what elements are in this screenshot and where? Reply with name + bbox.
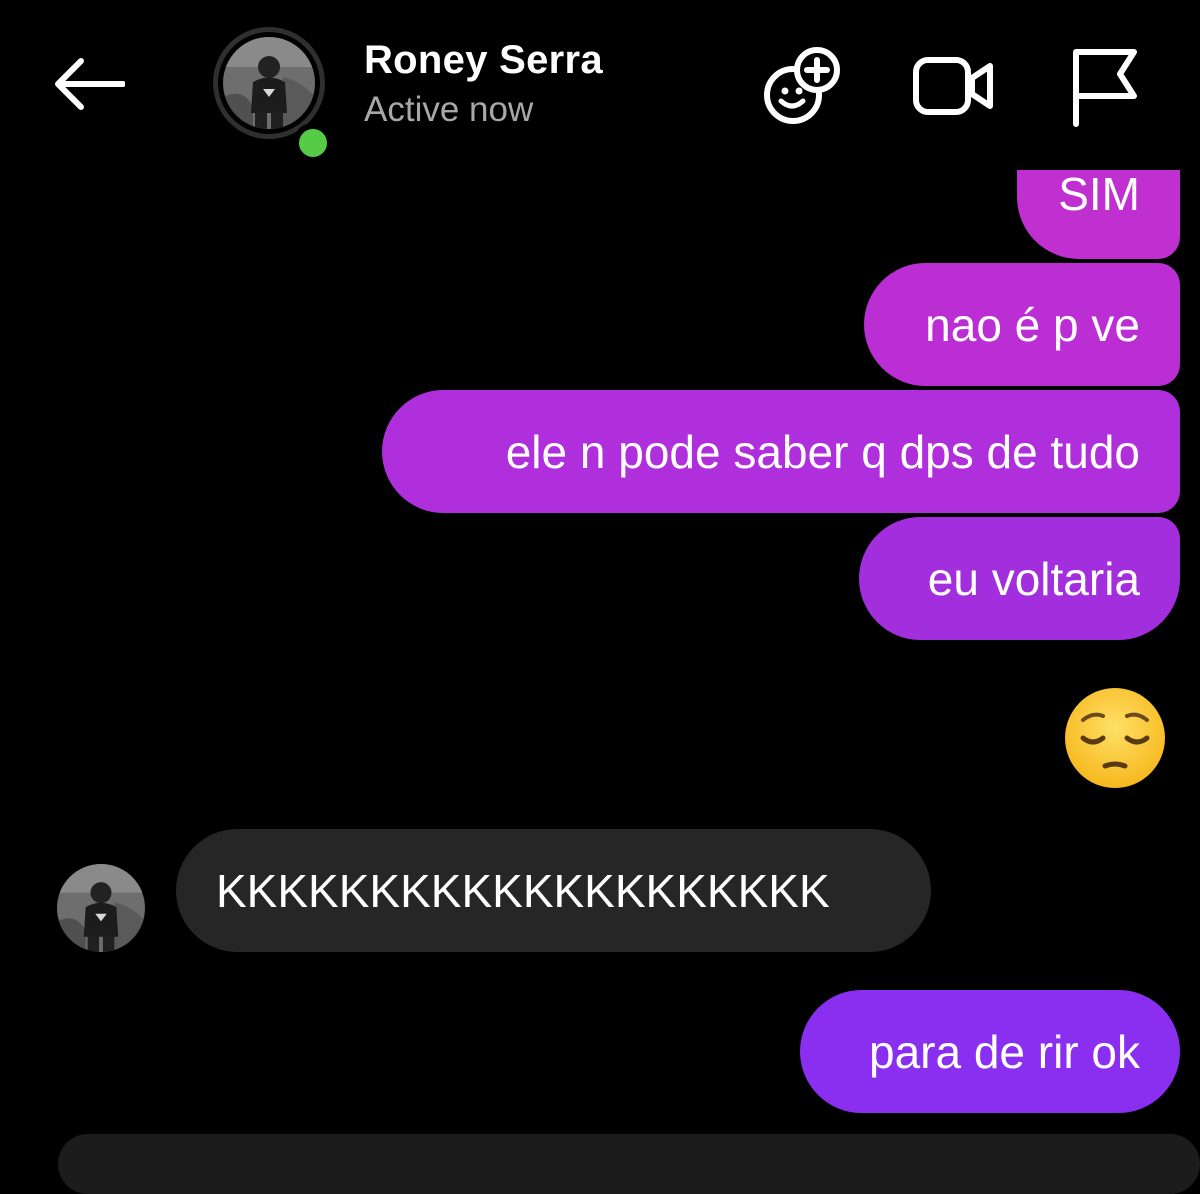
report-button[interactable] xyxy=(1062,44,1146,128)
sender-avatar[interactable] xyxy=(57,864,145,952)
outgoing-message[interactable]: ele n pode saber q dps de tudo xyxy=(382,390,1180,513)
pensive-face-icon xyxy=(1065,688,1165,788)
contact-status: Active now xyxy=(364,90,534,129)
effects-icon xyxy=(764,47,840,124)
message-text: ele n pode saber q dps de tudo xyxy=(505,425,1140,478)
flag-icon xyxy=(1073,49,1137,127)
chat-header: Roney Serra Active now xyxy=(0,0,1200,170)
message-text: SIM xyxy=(1058,168,1140,220)
video-call-button[interactable] xyxy=(910,44,994,128)
incoming-message[interactable]: KKKKKKKKKKKKKKKKKKKK xyxy=(176,829,931,952)
avatar-image xyxy=(223,37,315,129)
partial-incoming-message xyxy=(58,1134,1200,1194)
outgoing-message[interactable]: para de rir ok xyxy=(800,990,1180,1113)
video-call-icon xyxy=(913,57,993,115)
back-arrow-icon xyxy=(55,58,125,110)
outgoing-message[interactable]: eu voltaria xyxy=(859,517,1180,640)
outgoing-emoji-message[interactable] xyxy=(1063,686,1167,790)
online-status-dot xyxy=(293,123,333,163)
message-text: KKKKKKKKKKKKKKKKKKKK xyxy=(216,864,830,917)
message-text: para de rir ok xyxy=(868,1025,1140,1078)
back-button[interactable] xyxy=(44,44,134,124)
effects-button[interactable] xyxy=(760,44,844,128)
contact-avatar[interactable] xyxy=(213,27,333,163)
message-text: nao é p ve xyxy=(925,298,1140,351)
outgoing-message[interactable]: nao é p ve xyxy=(864,263,1180,386)
message-text: eu voltaria xyxy=(927,552,1140,605)
contact-name[interactable]: Roney Serra xyxy=(364,38,603,83)
